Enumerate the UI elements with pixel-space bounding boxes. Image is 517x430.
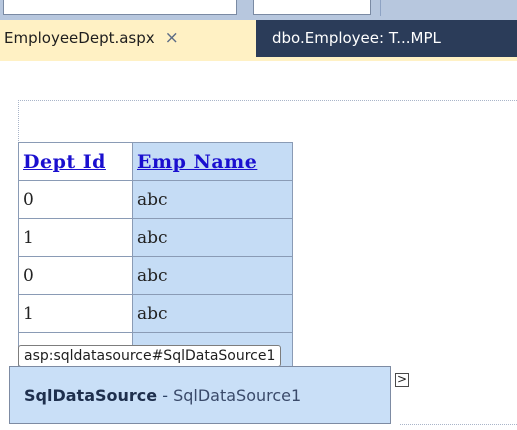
cell-dept-id: 0 (18, 256, 133, 295)
toolbar-combo-box[interactable] (3, 0, 237, 15)
document-tab-strip: EmployeeDept.aspx × dbo.Employee: T...MPL (0, 20, 517, 57)
cell-dept-id: 1 (18, 218, 133, 257)
datasource-element-tag: asp:sqldatasource#SqlDataSource1 (18, 345, 282, 367)
table-row: 0 abc (18, 180, 293, 219)
tab-employeedept-aspx[interactable]: EmployeeDept.aspx × (0, 20, 256, 57)
employee-grid[interactable]: Dept Id Emp Name 0 abc 1 abc 0 abc 1 abc (18, 142, 293, 371)
datasource-type: SqlDataSource (24, 386, 158, 405)
table-row: 1 abc (18, 294, 293, 333)
column-header-emp-name[interactable]: Emp Name (132, 142, 293, 181)
toolbar (0, 0, 517, 21)
cell-dept-id: 1 (18, 294, 133, 333)
grid-header-row: Dept Id Emp Name (18, 142, 293, 181)
datasource-name: SqlDataSource1 (173, 386, 302, 405)
table-row: 1 abc (18, 218, 293, 257)
toolbar-combo-box-2[interactable] (253, 0, 371, 15)
column-header-dept-id[interactable]: Dept Id (18, 142, 133, 181)
cell-emp-name: abc (132, 180, 293, 219)
cell-emp-name: abc (132, 256, 293, 295)
cell-emp-name: abc (132, 218, 293, 257)
cell-emp-name: abc (132, 294, 293, 333)
form-container-bottom-outline (400, 424, 517, 426)
tab-dbo-employee[interactable]: dbo.Employee: T...MPL (266, 20, 517, 57)
datasource-separator: - (157, 386, 174, 405)
cell-dept-id: 0 (18, 180, 133, 219)
tab-label: EmployeeDept.aspx (4, 29, 155, 47)
sqldatasource-control[interactable]: SqlDataSource - SqlDataSource1 (9, 366, 391, 424)
table-row: 0 abc (18, 256, 293, 295)
smart-tag-arrow-icon[interactable]: > (395, 373, 409, 387)
tab-label: dbo.Employee: T...MPL (272, 29, 441, 47)
toolbar-separator (380, 0, 381, 16)
close-icon[interactable]: × (165, 28, 179, 48)
